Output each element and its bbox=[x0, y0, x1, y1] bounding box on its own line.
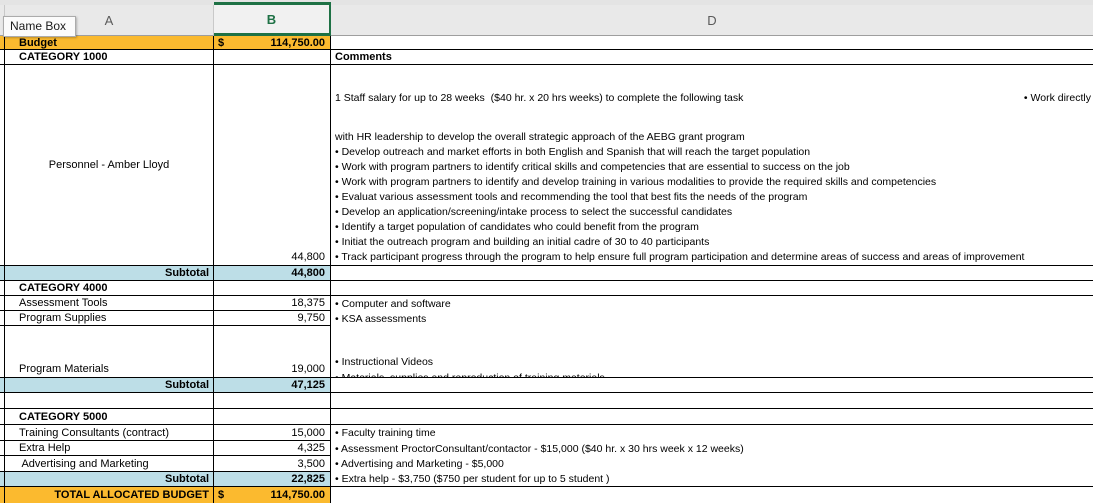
comment-line: with HR leadership to develop the overal… bbox=[335, 130, 1091, 145]
cell-program-supplies-amount[interactable]: 9,750 bbox=[214, 311, 331, 326]
cell-training-consultants-comment[interactable]: • Faculty training time bbox=[331, 425, 1093, 441]
total-amount: 114,750.00 bbox=[271, 489, 325, 501]
cell-subtotal-4000-label[interactable]: Subtotal bbox=[5, 378, 214, 393]
row-empty bbox=[0, 393, 1093, 409]
comment-line: • Instructional Videos bbox=[335, 355, 1091, 371]
row-extra-help: Extra Help 4,325 • Assessment ProctorCon… bbox=[0, 441, 1093, 456]
row-category-5000: CATEGORY 5000 bbox=[0, 409, 1093, 425]
cell-training-consultants-label[interactable]: Training Consultants (contract) bbox=[5, 425, 214, 441]
cell-subtotal-4000-amount[interactable]: 47,125 bbox=[214, 378, 331, 393]
row-total: TOTAL ALLOCATED BUDGET $ 114,750.00 bbox=[0, 487, 1093, 503]
cell-empty[interactable] bbox=[331, 393, 1093, 409]
selected-column-top-marker bbox=[214, 2, 331, 5]
cell-category-5000-comment-empty[interactable] bbox=[331, 409, 1093, 425]
cell-total-label[interactable]: TOTAL ALLOCATED BUDGET bbox=[5, 487, 214, 503]
name-box-tooltip: Name Box bbox=[3, 16, 76, 37]
comment-lines: • Instructional Videos• Materials, suppl… bbox=[335, 355, 1091, 378]
cell-category-5000-label[interactable]: CATEGORY 5000 bbox=[5, 409, 214, 425]
cell-extra-help-label[interactable]: Extra Help bbox=[5, 441, 214, 456]
cell-total-comment-empty[interactable] bbox=[331, 487, 1093, 503]
cell-program-materials-amount[interactable]: 19,000 bbox=[214, 326, 331, 378]
cell-category-5000-empty[interactable] bbox=[214, 409, 331, 425]
cell-subtotal-5000-label[interactable]: Subtotal bbox=[5, 472, 214, 487]
column-header-d[interactable]: D bbox=[331, 5, 1093, 36]
row-advertising-marketing: Advertising and Marketing 3,500 • Advert… bbox=[0, 456, 1093, 472]
spreadsheet: A B D Name Box Budget $ 114,750.00 CATEG… bbox=[0, 0, 1093, 503]
program-materials-amount: 19,000 bbox=[291, 363, 325, 375]
cell-assessment-tools-comment[interactable]: • Computer and software bbox=[331, 296, 1093, 311]
currency-symbol: $ bbox=[218, 37, 224, 49]
comment-line: • Materials, supplies and reproduction o… bbox=[335, 371, 1091, 378]
comment-line: • Develop an application/screening/intak… bbox=[335, 205, 1091, 220]
row-category-1000: CATEGORY 1000 Comments bbox=[0, 50, 1093, 65]
comment-line: • Develop outreach and market efforts in… bbox=[335, 145, 1091, 160]
cell-category-4000-empty[interactable] bbox=[214, 281, 331, 296]
cell-program-materials-comments[interactable]: • Instructional Videos• Materials, suppl… bbox=[331, 326, 1093, 378]
comment-line: • Identify a target population of candid… bbox=[335, 220, 1091, 235]
cell-extra-help-comment[interactable]: • Assessment ProctorConsultant/contactor… bbox=[331, 441, 1093, 456]
cell-subtotal-1000-amount[interactable]: 44,800 bbox=[214, 266, 331, 281]
column-headers-row: A B D bbox=[0, 5, 1093, 36]
comment-line: • Initiat the outreach program and build… bbox=[335, 235, 1091, 250]
comment-line: • Work with program partners to identify… bbox=[335, 160, 1091, 175]
cell-program-supplies-label[interactable]: Program Supplies bbox=[5, 311, 214, 326]
personnel-amount: 44,800 bbox=[291, 251, 325, 263]
cell-budget-label[interactable]: Budget bbox=[5, 36, 214, 50]
comment-lines: with HR leadership to develop the overal… bbox=[335, 130, 1091, 266]
cell-subtotal-5000-comment[interactable]: • Extra help - $3,750 ($750 per student … bbox=[331, 472, 1093, 487]
program-materials-label: Program Materials bbox=[19, 363, 109, 375]
row-subtotal-4000: Subtotal 47,125 bbox=[0, 378, 1093, 393]
cell-empty[interactable] bbox=[214, 393, 331, 409]
cell-subtotal-4000-comment-empty[interactable] bbox=[331, 378, 1093, 393]
cell-budget-amount[interactable]: $ 114,750.00 bbox=[214, 36, 331, 50]
currency-symbol: $ bbox=[218, 489, 224, 501]
comment-line: • Work with program partners to identify… bbox=[335, 175, 1091, 190]
comment-line: • Track participant progress through the… bbox=[335, 250, 1091, 265]
comment-line-left: 1 Staff salary for up to 28 weeks ($40 h… bbox=[335, 91, 743, 106]
budget-amount: 114,750.00 bbox=[271, 37, 325, 49]
comment-line: 1 Staff salary for up to 28 weeks ($40 h… bbox=[335, 91, 1091, 106]
row-program-supplies: Program Supplies 9,750 • KSA assessments bbox=[0, 311, 1093, 326]
row-training-consultants: Training Consultants (contract) 15,000 •… bbox=[0, 425, 1093, 441]
row-subtotal-5000: Subtotal 22,825 • Extra help - $3,750 ($… bbox=[0, 472, 1093, 487]
cell-personnel-comments[interactable]: 1 Staff salary for up to 28 weeks ($40 h… bbox=[331, 65, 1093, 266]
cell-category-1000-empty[interactable] bbox=[214, 50, 331, 65]
cell-category-1000-label[interactable]: CATEGORY 1000 bbox=[5, 50, 214, 65]
cell-category-4000-comment-empty[interactable] bbox=[331, 281, 1093, 296]
row-personnel: Personnel - Amber Lloyd 44,800 1 Staff s… bbox=[0, 65, 1093, 266]
cell-assessment-tools-label[interactable]: Assessment Tools bbox=[5, 296, 214, 311]
cell-extra-help-amount[interactable]: 4,325 bbox=[214, 441, 331, 456]
row-category-4000: CATEGORY 4000 bbox=[0, 281, 1093, 296]
cell-comments-header[interactable]: Comments bbox=[331, 50, 1093, 65]
cell-advertising-label[interactable]: Advertising and Marketing bbox=[5, 456, 214, 472]
column-header-b-selected[interactable]: B bbox=[214, 5, 331, 36]
cell-category-4000-label[interactable]: CATEGORY 4000 bbox=[5, 281, 214, 296]
comment-line: • Evaluat various assessment tools and r… bbox=[335, 190, 1091, 205]
cell-program-supplies-comment[interactable]: • KSA assessments bbox=[331, 311, 1093, 326]
cell-budget-comment-empty[interactable] bbox=[331, 36, 1093, 50]
row-subtotal-1000: Subtotal 44,800 bbox=[0, 266, 1093, 281]
row-program-materials: Program Materials 19,000 • Instructional… bbox=[0, 326, 1093, 378]
cell-empty[interactable] bbox=[5, 393, 214, 409]
top-strip bbox=[0, 0, 1093, 5]
cell-advertising-amount[interactable]: 3,500 bbox=[214, 456, 331, 472]
cell-personnel-amount[interactable]: 44,800 bbox=[214, 65, 331, 266]
cell-program-materials-label[interactable]: Program Materials bbox=[5, 326, 214, 378]
row-budget: Budget $ 114,750.00 bbox=[0, 36, 1093, 50]
cell-assessment-tools-amount[interactable]: 18,375 bbox=[214, 296, 331, 311]
cell-personnel-label[interactable]: Personnel - Amber Lloyd bbox=[5, 65, 214, 266]
cell-subtotal-1000-comment-empty[interactable] bbox=[331, 266, 1093, 281]
cell-subtotal-1000-label[interactable]: Subtotal bbox=[5, 266, 214, 281]
cell-advertising-comment[interactable]: • Advertising and Marketing - $5,000 bbox=[331, 456, 1093, 472]
row-assessment-tools: Assessment Tools 18,375 • Computer and s… bbox=[0, 296, 1093, 311]
cell-subtotal-5000-amount[interactable]: 22,825 bbox=[214, 472, 331, 487]
cell-training-consultants-amount[interactable]: 15,000 bbox=[214, 425, 331, 441]
cell-total-amount[interactable]: $ 114,750.00 bbox=[214, 487, 331, 503]
comment-line-right: • Work directly bbox=[1024, 91, 1091, 106]
